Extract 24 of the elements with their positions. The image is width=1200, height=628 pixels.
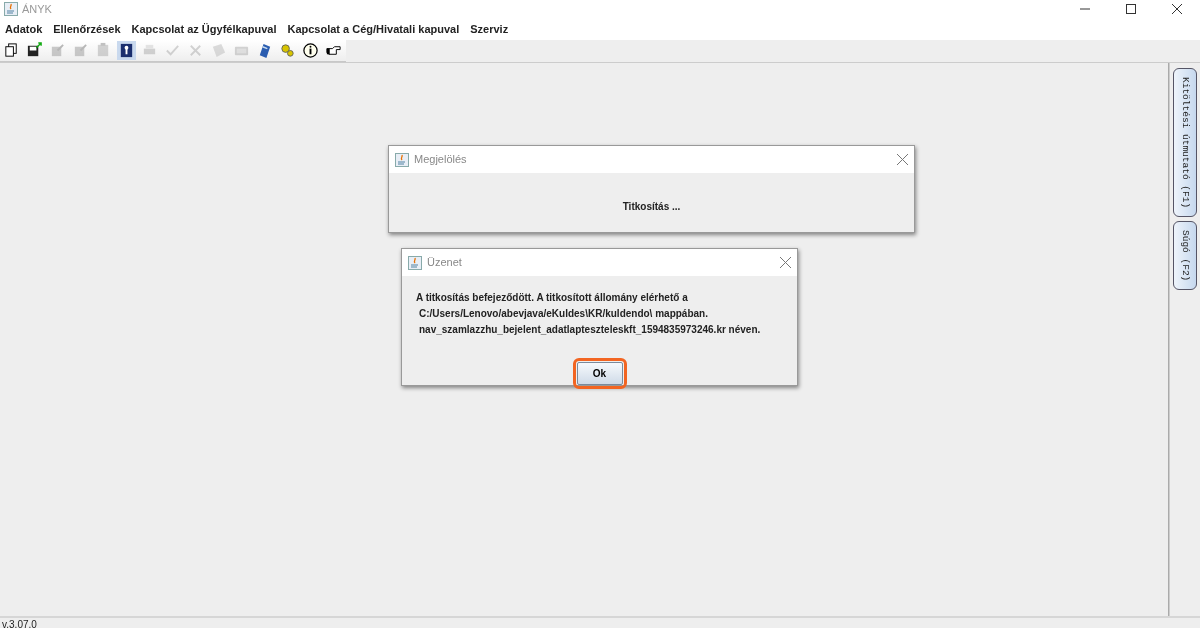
maximize-icon[interactable] xyxy=(1126,4,1136,14)
message-text: Titkosítás ... xyxy=(621,200,682,214)
side-tab[interactable]: Súgó (F2) xyxy=(1173,221,1197,291)
save-icon[interactable] xyxy=(26,42,43,59)
java-icon xyxy=(408,255,422,270)
java-icon xyxy=(395,152,409,167)
info-icon[interactable] xyxy=(302,42,319,59)
menu-item[interactable]: Kapcsolat az Ügyfélkapuval xyxy=(131,20,277,38)
menu-item[interactable]: Szerviz xyxy=(470,20,509,38)
message-text: A titkosítás befejeződött. A titkosított állomány elérhető a xyxy=(416,291,689,305)
window-title: ÁNYK xyxy=(22,1,52,17)
menu-item[interactable]: Adatok xyxy=(5,20,43,38)
message-text: C:/Users/Lenovo/abevjava/eKuldes\KR/kuldendo\ mappában. xyxy=(418,307,709,321)
copy-icon[interactable] xyxy=(3,42,20,59)
version-label: v.3.07.0 xyxy=(2,619,37,628)
key-icon[interactable] xyxy=(118,42,135,59)
java-icon xyxy=(4,2,18,16)
menu-item[interactable]: Kapcsolat a Cég/Hivatali kapuval xyxy=(287,20,460,38)
menu-item[interactable]: Ellenőrzések xyxy=(53,20,121,38)
dialog-title: Megjelölés xyxy=(414,152,468,168)
dialog-title: Üzenet xyxy=(427,255,463,271)
close-icon[interactable] xyxy=(1172,4,1182,14)
message-text: nav_szamlazzhu_bejelent_adatlapteszteleskft_1594835973246.kr néven. xyxy=(418,323,762,337)
side-tab[interactable]: Kitöltési útmutató (F1) xyxy=(1173,68,1197,218)
